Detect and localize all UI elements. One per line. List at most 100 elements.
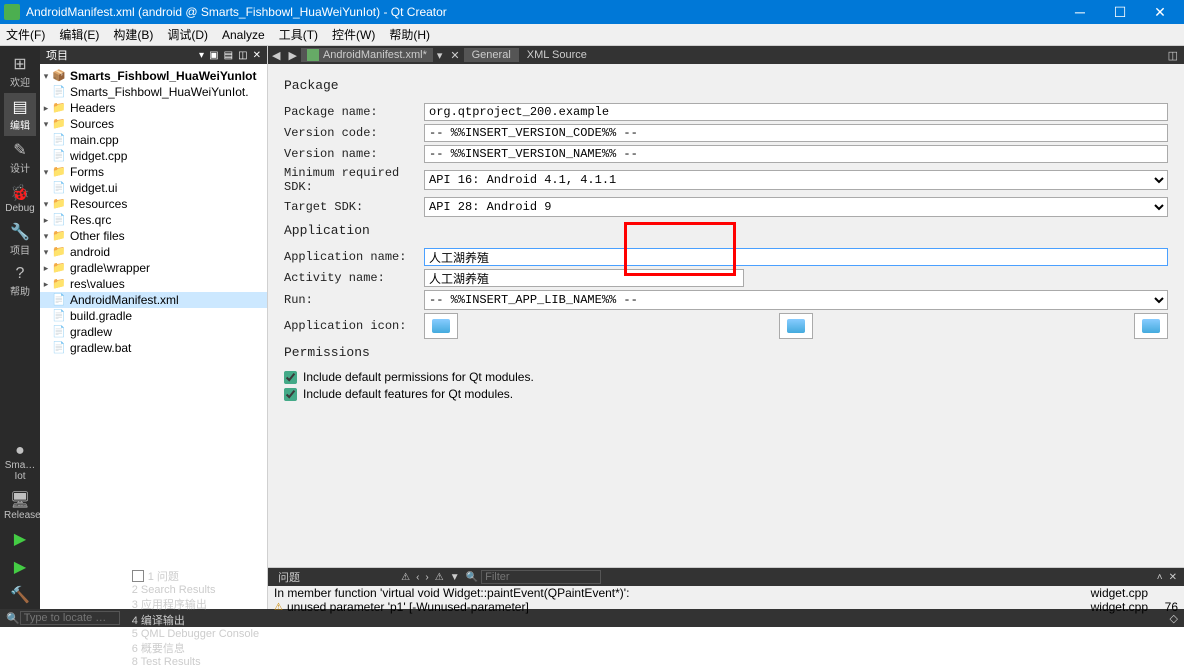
menu-item[interactable]: 调试(D): [167, 26, 208, 43]
issues-filter-input[interactable]: [481, 570, 601, 584]
output-pane-4[interactable]: 5 QML Debugger Console: [126, 628, 265, 640]
kit-4[interactable]: 🔨: [4, 581, 36, 609]
tree-item[interactable]: ▸📄Res.qrc: [40, 212, 267, 228]
issues-indicator-icon: [132, 570, 144, 582]
mode-设计[interactable]: ✎设计: [4, 136, 36, 179]
output-pane-2[interactable]: 3 应用程序输出: [126, 596, 265, 612]
tree-item[interactable]: ▾📁Sources: [40, 116, 267, 132]
issues-filter-icon[interactable]: ▼: [447, 572, 463, 583]
app-name-input[interactable]: [424, 248, 1168, 266]
menu-item[interactable]: 文件(F): [6, 26, 45, 43]
tree-item[interactable]: 📄main.cpp: [40, 132, 267, 148]
run-select[interactable]: -- %%INSERT_APP_LIB_NAME%% --: [424, 290, 1168, 310]
tree-item[interactable]: ▾📁Other files: [40, 228, 267, 244]
minimize-button[interactable]: ─: [1060, 4, 1100, 20]
default-features-checkbox[interactable]: [284, 388, 297, 401]
tree-item[interactable]: 📄build.gradle: [40, 308, 267, 324]
maximize-button[interactable]: ☐: [1100, 4, 1140, 21]
version-code-input[interactable]: [424, 124, 1168, 142]
issues-close-icon[interactable]: ✕: [1166, 572, 1180, 583]
tree-sync-icon[interactable]: ▣: [209, 50, 218, 61]
kit-0[interactable]: ●Sma…Iot: [4, 438, 36, 486]
target-sdk-select[interactable]: API 28: Android 9: [424, 197, 1168, 217]
tree-select-icon[interactable]: ▾: [199, 50, 204, 61]
version-name-input[interactable]: [424, 145, 1168, 163]
tab-xml-source[interactable]: XML Source: [519, 48, 595, 62]
tree-item[interactable]: ▸📁res\values: [40, 276, 267, 292]
project-panel: 项目 ▾ ▣ ▤ ◫ ✕ ▾📦Smarts_Fishbowl_HuaWeiYun…: [40, 46, 268, 609]
issues-warn-icon[interactable]: ⚠: [398, 572, 413, 583]
issues-next-icon[interactable]: ›: [422, 572, 431, 583]
app-icon-hdpi-button[interactable]: [1134, 313, 1168, 339]
issue-row[interactable]: ⚠ unused parameter 'p1' [-Wunused-parame…: [268, 600, 1184, 614]
mode-项目[interactable]: 🔧项目: [4, 218, 36, 261]
package-name-input[interactable]: [424, 103, 1168, 121]
mode-帮助[interactable]: ?帮助: [4, 261, 36, 302]
editor-split-icon[interactable]: ◫: [1162, 49, 1184, 62]
progress-indicator[interactable]: ◇: [1164, 612, 1184, 625]
menu-item[interactable]: 构建(B): [113, 26, 153, 43]
project-tree[interactable]: ▾📦Smarts_Fishbowl_HuaWeiYunIot📄Smarts_Fi…: [40, 64, 267, 360]
issues-prev-icon[interactable]: ‹: [413, 572, 422, 583]
issues-up-icon[interactable]: ˄: [1154, 572, 1166, 583]
menu-item[interactable]: Analyze: [222, 28, 265, 42]
tree-item[interactable]: 📄widget.ui: [40, 180, 267, 196]
default-permissions-checkbox[interactable]: [284, 371, 297, 384]
issue-row[interactable]: In member function 'virtual void Widget:…: [268, 586, 1184, 600]
tree-item[interactable]: ▸📁gradle\wrapper: [40, 260, 267, 276]
tree-item[interactable]: ▸📁Headers: [40, 100, 267, 116]
kit-3[interactable]: ▶: [4, 553, 36, 581]
tree-item[interactable]: ▾📁Forms: [40, 164, 267, 180]
output-pane-5[interactable]: 6 概要信息: [126, 640, 265, 656]
image-icon: [787, 319, 805, 333]
tree-item[interactable]: ▾📦Smarts_Fishbowl_HuaWeiYunIot: [40, 68, 267, 84]
app-icon-mdpi-button[interactable]: [779, 313, 813, 339]
tab-close-icon[interactable]: ✕: [446, 49, 463, 62]
nav-fwd-icon[interactable]: ▶: [284, 49, 300, 62]
project-panel-header: 项目 ▾ ▣ ▤ ◫ ✕: [40, 46, 267, 64]
editor-file-tab[interactable]: AndroidManifest.xml*: [301, 48, 433, 62]
tree-close-icon[interactable]: ✕: [253, 50, 261, 61]
app-icon-ldpi-button[interactable]: [424, 313, 458, 339]
locator-input[interactable]: [20, 611, 120, 625]
kit-2[interactable]: ▶: [4, 525, 36, 553]
mode-欢迎[interactable]: ⊞欢迎: [4, 50, 36, 93]
mode-Debug[interactable]: 🐞Debug: [4, 179, 36, 218]
tree-item[interactable]: 📄gradlew: [40, 324, 267, 340]
tree-item[interactable]: 📄gradlew.bat: [40, 340, 267, 356]
file-dropdown-icon[interactable]: ▾: [433, 49, 447, 62]
menu-item[interactable]: 编辑(E): [59, 26, 99, 43]
activity-name-input[interactable]: [424, 269, 744, 287]
default-permissions-label: Include default permissions for Qt modul…: [303, 370, 534, 384]
menu-bar: 文件(F) 编辑(E) 构建(B) 调试(D) Analyze 工具(T) 控件(W) 帮助(…: [0, 24, 1184, 46]
tree-item[interactable]: 📄Smarts_Fishbowl_HuaWeiYunIot.: [40, 84, 267, 100]
menu-item[interactable]: 工具(T): [279, 26, 318, 43]
tree-item[interactable]: ▾📁android: [40, 244, 267, 260]
tree-item[interactable]: ▾📁Resources: [40, 196, 267, 212]
min-sdk-label: Minimum required SDK:: [284, 166, 424, 194]
package-name-label: Package name:: [284, 105, 424, 119]
app-name-label: Application name:: [284, 250, 424, 264]
menu-item[interactable]: 控件(W): [332, 26, 375, 43]
output-pane-0[interactable]: 1 问题: [126, 568, 265, 584]
output-pane-3[interactable]: 4 编译输出: [126, 612, 265, 628]
mode-编辑[interactable]: ▤编辑: [4, 93, 36, 136]
locator[interactable]: 🔍: [0, 611, 126, 625]
tree-split-icon[interactable]: ◫: [238, 50, 247, 61]
kit-1[interactable]: 🖥Release: [4, 486, 36, 525]
menu-item[interactable]: 帮助(H): [389, 26, 430, 43]
output-pane-1[interactable]: 2 Search Results: [126, 584, 265, 596]
nav-back-icon[interactable]: ◀: [268, 49, 284, 62]
tree-item[interactable]: 📄AndroidManifest.xml: [40, 292, 267, 308]
tab-general[interactable]: General: [464, 48, 519, 62]
issues-title: 问题: [272, 569, 306, 585]
manifest-form: Package Package name: Version code: Vers…: [268, 64, 1184, 567]
tree-item[interactable]: 📄widget.cpp: [40, 148, 267, 164]
close-button[interactable]: ✕: [1140, 4, 1180, 21]
editor-tab-bar: ◀ ▶ AndroidManifest.xml* ▾ ✕ General XML…: [268, 46, 1184, 64]
target-sdk-label: Target SDK:: [284, 200, 424, 214]
issues-filter-warn-icon[interactable]: ⚠: [432, 572, 447, 583]
min-sdk-select[interactable]: API 16: Android 4.1, 4.1.1: [424, 170, 1168, 190]
tree-filter-icon[interactable]: ▤: [224, 50, 233, 61]
output-pane-6[interactable]: 8 Test Results: [126, 656, 265, 668]
